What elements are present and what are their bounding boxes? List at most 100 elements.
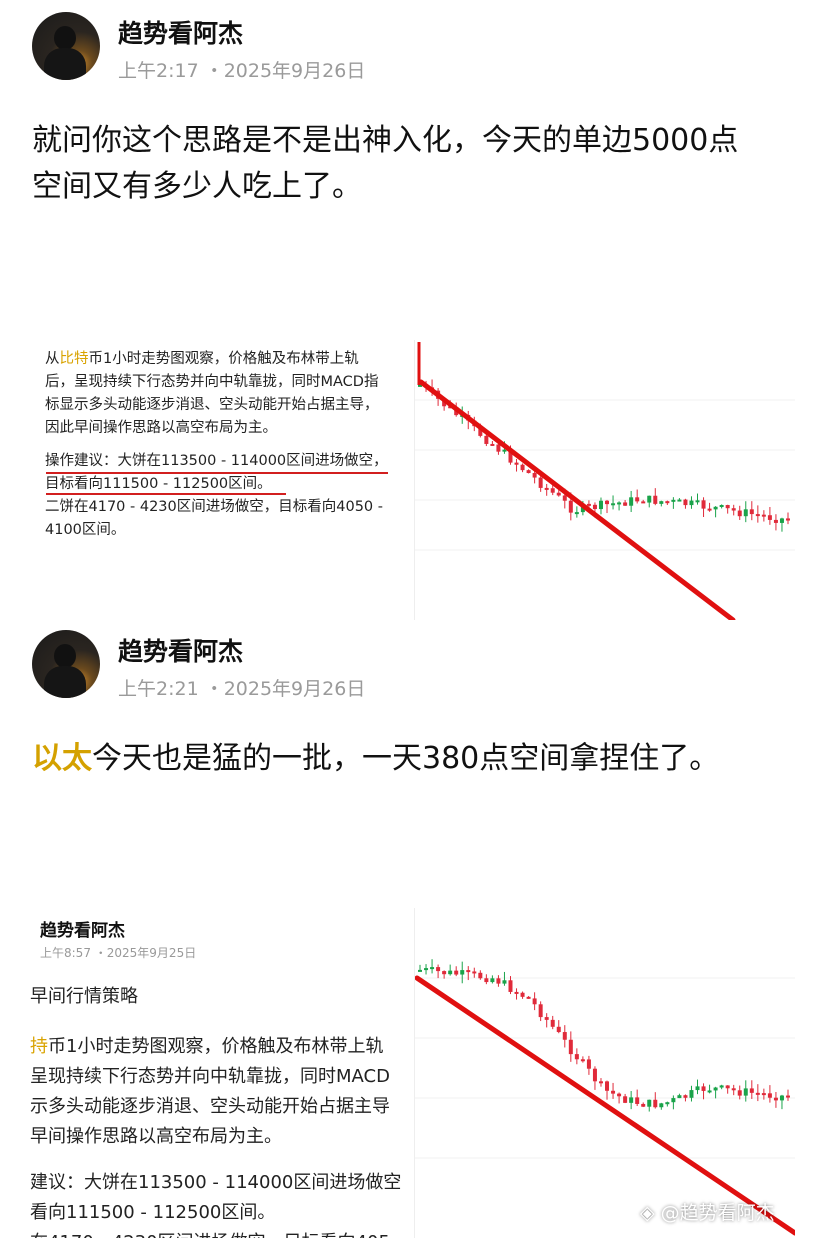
candle-body: [635, 497, 640, 502]
candle-body: [755, 1092, 760, 1095]
candle-body: [605, 500, 610, 505]
candle-body: [496, 444, 501, 452]
card-line: 标显示多头动能逐步消退、空头动能开始占据主导，: [45, 397, 379, 413]
candle-body: [580, 1059, 585, 1062]
card-line: 4100区间。: [45, 522, 126, 538]
candle-body: [574, 512, 579, 515]
candlestick-chart: [414, 340, 795, 623]
candle-body: [713, 506, 718, 510]
candle-body: [436, 967, 441, 972]
candle-body: [786, 518, 790, 521]
screenshot-line: 建议：大饼在113500 - 114000区间进场做空: [30, 1172, 402, 1193]
candle-body: [701, 1086, 706, 1091]
screenshot-line: 持币1小时走势图观察，价格触及布林带上轨: [30, 1036, 384, 1057]
candle-body: [442, 971, 447, 975]
candle-body: [683, 1095, 688, 1098]
diamond-logo-icon: ◈: [640, 1202, 655, 1224]
avatar[interactable]: [32, 12, 100, 80]
user-name[interactable]: 趋势看阿杰: [118, 632, 243, 668]
red-underline: [46, 472, 388, 474]
candle-body: [647, 1099, 652, 1107]
candle-body: [749, 509, 754, 515]
candle-body: [490, 978, 495, 983]
card-line: 操作建议：大饼在113500 - 114000区间进场做空，: [45, 453, 388, 469]
candle-body: [586, 1059, 591, 1069]
candle-body: [743, 509, 748, 517]
candle-body: [550, 488, 555, 493]
watermark: ◈ @趋势看阿杰: [640, 1202, 775, 1224]
candle-body: [677, 499, 682, 502]
candle-body: [598, 500, 603, 510]
candle-body: [743, 1088, 748, 1096]
candle-body: [683, 499, 688, 506]
candle-body: [520, 464, 525, 471]
candle-body: [641, 1103, 646, 1107]
candle-body: [737, 510, 742, 517]
screenshot-time: 上午8:57 ・2025年9月25日: [40, 946, 197, 960]
candle-body: [695, 1086, 700, 1091]
candle-body: [713, 1087, 718, 1091]
candle-body: [562, 1032, 567, 1040]
candle-body: [689, 500, 694, 506]
candle-body: [586, 503, 591, 506]
candle-body: [472, 971, 477, 974]
post-time: 上午2:17 ・2025年9月26日: [118, 60, 366, 82]
candle-body: [484, 435, 489, 444]
avatar[interactable]: [32, 630, 100, 698]
candle-body: [556, 492, 561, 496]
candle-body: [647, 495, 652, 503]
candlestick-chart-svg: [415, 342, 795, 623]
candle-body: [731, 508, 736, 511]
candle-body: [761, 514, 766, 517]
candle-body: [478, 972, 483, 979]
candle-body: [623, 1096, 628, 1103]
red-underline: [46, 493, 286, 495]
candle-body: [514, 991, 519, 994]
candle-body: [653, 1099, 658, 1108]
candle-body: [671, 1098, 676, 1103]
candle-body: [786, 1095, 790, 1098]
candle-body: [701, 500, 706, 509]
candle-body: [779, 518, 784, 523]
candle-body: [653, 495, 658, 504]
candle-body: [460, 970, 465, 975]
candle-body: [617, 502, 622, 505]
card-line: 因此早间操作思路以高空布局为主。: [45, 420, 277, 436]
trend-line: [414, 975, 798, 1236]
candle-body: [623, 502, 628, 506]
card-line: 后，呈现持续下行态势并向中轨靠拢，同时MACD指: [45, 374, 379, 390]
candle-body: [635, 1097, 640, 1104]
candle-body: [695, 500, 700, 503]
screenshot-line: 看向111500 - 112500区间。: [30, 1202, 276, 1223]
candle-body: [665, 1102, 670, 1105]
candle-body: [689, 1090, 694, 1098]
candle-body: [430, 967, 435, 970]
candle-body: [665, 501, 670, 504]
candle-body: [526, 470, 531, 474]
candle-body: [779, 1095, 784, 1101]
candle-body: [532, 998, 537, 1005]
candle-body: [611, 503, 616, 506]
candle-body: [484, 978, 489, 983]
screenshot-line: 早间操作思路以高空布局为主。: [30, 1126, 282, 1147]
candle-body: [755, 514, 760, 517]
candle-body: [454, 970, 459, 975]
candle-body: [526, 996, 531, 999]
candle-body: [556, 1026, 561, 1033]
candle-body: [629, 497, 634, 506]
candle-body: [725, 1085, 730, 1089]
user-name[interactable]: 趋势看阿杰: [118, 14, 243, 50]
candle-body: [617, 1093, 622, 1097]
post-time: 上午2:21 ・2025年9月26日: [118, 678, 366, 700]
candle-body: [562, 495, 567, 501]
candle-body: [707, 508, 712, 511]
candle-body: [761, 1093, 766, 1096]
candle-body: [707, 1090, 712, 1093]
screenshot-card: 趋势看阿杰 上午8:57 ・2025年9月25日 早间行情策略 持币1小时走势图…: [28, 908, 414, 1238]
candle-body: [568, 1039, 573, 1055]
candle-body: [671, 499, 676, 502]
candle-body: [418, 969, 422, 972]
candle-body: [749, 1088, 754, 1093]
post-text: 就问你这个思路是不是出神入化，今天的单边5000点 空间又有多少人吃上了。: [32, 123, 739, 204]
candle-body: [677, 1095, 682, 1099]
